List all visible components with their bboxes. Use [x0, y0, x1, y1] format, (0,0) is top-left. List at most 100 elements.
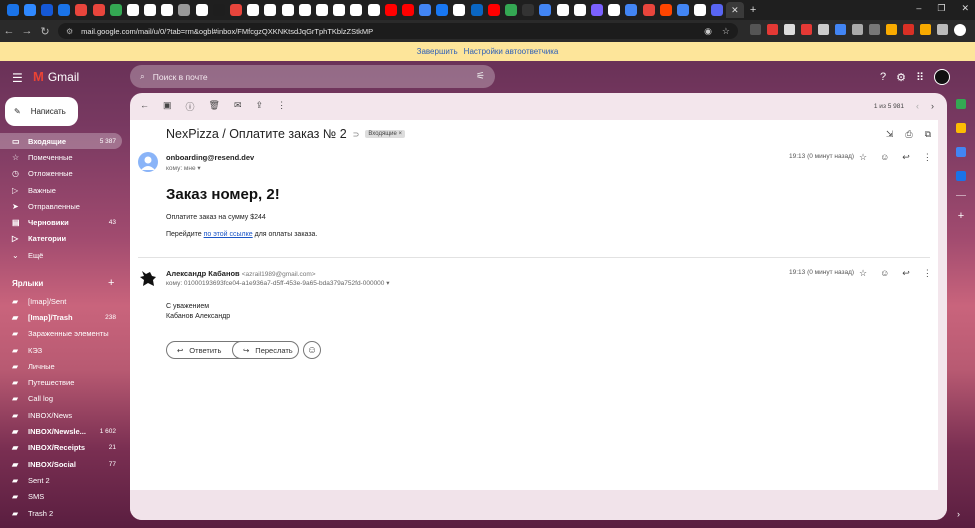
- sidebar-item[interactable]: ▤ Черновики 43: [0, 214, 122, 230]
- emoji-icon[interactable]: ☺: [880, 152, 889, 163]
- browser-tab-favicon[interactable]: [195, 4, 208, 16]
- browser-tab-favicon[interactable]: [694, 4, 707, 16]
- chevron-down-icon[interactable]: ▾: [197, 165, 200, 172]
- restore-button[interactable]: ❐: [937, 3, 945, 14]
- browser-tab-favicon[interactable]: [58, 4, 71, 16]
- star-icon[interactable]: ☆: [859, 268, 867, 279]
- recipient-line[interactable]: кому: мне ▾: [166, 164, 201, 172]
- browser-tab-favicon[interactable]: [144, 4, 157, 16]
- print-icon[interactable]: ⎙: [905, 129, 912, 140]
- end-vacation-link[interactable]: Завершить: [417, 47, 458, 56]
- browser-tab-favicon[interactable]: [264, 4, 277, 16]
- label-item[interactable]: ▰ Путешествие: [0, 374, 122, 390]
- move-to-icon[interactable]: ⇪: [256, 100, 264, 113]
- more-icon[interactable]: ⋮: [277, 100, 286, 113]
- browser-tab-favicon[interactable]: [401, 4, 414, 16]
- browser-tab-favicon[interactable]: [505, 4, 518, 16]
- contacts-icon[interactable]: [956, 171, 966, 181]
- sidebar-item[interactable]: ⌄ Ещё: [0, 247, 122, 263]
- payment-link[interactable]: по этой ссылке: [204, 231, 253, 238]
- sidebar-item[interactable]: ▷ Важные: [0, 182, 122, 198]
- label-item[interactable]: ▰ INBOX/Social 77: [0, 456, 122, 472]
- browser-tab-favicon[interactable]: [556, 4, 569, 16]
- more-icon[interactable]: ⋮: [923, 268, 932, 279]
- browser-tab-favicon[interactable]: [281, 4, 294, 16]
- search-icon[interactable]: ⌕: [140, 71, 145, 82]
- account-avatar[interactable]: [934, 69, 951, 85]
- sidebar-item[interactable]: ◷ Отложенные: [0, 166, 122, 182]
- sender-avatar[interactable]: [138, 268, 158, 288]
- browser-tab-favicon[interactable]: [230, 4, 243, 16]
- label-item[interactable]: ▰ Call log: [0, 391, 122, 407]
- forward-button[interactable]: →: [18, 25, 36, 37]
- remove-label-icon[interactable]: ×: [399, 131, 403, 137]
- emoji-icon[interactable]: ☺: [880, 268, 889, 279]
- extension-icon[interactable]: [784, 24, 795, 35]
- sender-avatar[interactable]: [138, 152, 158, 172]
- add-addon-icon[interactable]: +: [958, 210, 964, 222]
- browser-tab-favicon[interactable]: [711, 4, 724, 16]
- browser-tab-favicon[interactable]: [6, 4, 19, 16]
- eye-icon[interactable]: ◉: [704, 26, 712, 37]
- back-button[interactable]: ←: [0, 25, 18, 37]
- gmail-logo[interactable]: M Gmail: [33, 69, 79, 84]
- browser-tab-favicon[interactable]: [126, 4, 139, 16]
- add-label-button[interactable]: +: [108, 277, 114, 289]
- browser-tab-favicon[interactable]: [522, 4, 535, 16]
- archive-icon[interactable]: ▣: [163, 100, 172, 113]
- search-bar[interactable]: ⌕ Поиск в почте ⚟: [130, 65, 495, 88]
- label-item[interactable]: ▰ Личные: [0, 358, 122, 374]
- active-tab[interactable]: ✕: [725, 2, 744, 18]
- browser-tab-favicon[interactable]: [539, 4, 552, 16]
- browser-tab-favicon[interactable]: [75, 4, 88, 16]
- browser-tab-favicon[interactable]: [298, 4, 311, 16]
- open-new-window-icon[interactable]: ⧉: [925, 129, 931, 140]
- apps-grid-icon[interactable]: ⠿: [916, 71, 924, 84]
- reload-button[interactable]: ↻: [36, 25, 54, 38]
- label-item[interactable]: ▰ КЭЗ: [0, 342, 122, 358]
- browser-tab-favicon[interactable]: [453, 4, 466, 16]
- expand-panel-icon[interactable]: ›: [957, 509, 960, 519]
- bookmark-star-icon[interactable]: ☆: [722, 26, 730, 37]
- browser-tab-favicon[interactable]: [178, 4, 191, 16]
- browser-tab-favicon[interactable]: [315, 4, 328, 16]
- extension-icon[interactable]: [903, 24, 914, 35]
- tasks-icon[interactable]: [956, 147, 966, 157]
- browser-tab-favicon[interactable]: [367, 4, 380, 16]
- search-options-icon[interactable]: ⚟: [476, 71, 485, 82]
- label-item[interactable]: ▰ SMS: [0, 489, 122, 505]
- browser-tab-favicon[interactable]: [333, 4, 346, 16]
- sender-line[interactable]: Александр Кабанов <azrail1989@gmail.com>: [166, 269, 316, 278]
- delete-icon[interactable]: 🗑: [209, 100, 220, 113]
- browser-tab-favicon[interactable]: [109, 4, 122, 16]
- extension-icon[interactable]: [852, 24, 863, 35]
- browser-tab-favicon[interactable]: [625, 4, 638, 16]
- reply-icon[interactable]: ↩: [902, 268, 910, 279]
- sidebar-item[interactable]: ▷ Категории: [0, 231, 122, 247]
- browser-tab-favicon[interactable]: [419, 4, 432, 16]
- label-item[interactable]: ▰ INBOX/Receipts 21: [0, 440, 122, 456]
- mark-unread-icon[interactable]: ✉: [234, 100, 242, 113]
- address-bar[interactable]: ⚙ mail.google.com/mail/u/0/?tab=rm&ogbl#…: [58, 23, 738, 39]
- compose-button[interactable]: ✎ Написать: [5, 97, 78, 126]
- profile-avatar[interactable]: [954, 24, 966, 36]
- reply-icon[interactable]: ↩: [902, 152, 910, 163]
- browser-tab-favicon[interactable]: [350, 4, 363, 16]
- browser-tab-favicon[interactable]: [161, 4, 174, 16]
- puzzle-icon[interactable]: [937, 24, 948, 35]
- extension-icon[interactable]: [835, 24, 846, 35]
- browser-tab-favicon[interactable]: [676, 4, 689, 16]
- responder-settings-link[interactable]: Настройки автоответчика: [464, 47, 559, 56]
- chevron-down-icon[interactable]: ▾: [386, 280, 389, 287]
- search-input[interactable]: Поиск в почте: [153, 72, 208, 82]
- label-item[interactable]: ▰ [Imap]/Sent: [0, 293, 122, 309]
- forward-button[interactable]: ↪ Переслать: [232, 341, 299, 359]
- calendar-icon[interactable]: [956, 99, 966, 109]
- close-window-button[interactable]: ✕: [961, 3, 969, 14]
- browser-tab-favicon[interactable]: [659, 4, 672, 16]
- browser-tab-favicon[interactable]: [487, 4, 500, 16]
- main-menu-icon[interactable]: ☰: [12, 71, 23, 85]
- label-item[interactable]: ▰ INBOX/News: [0, 407, 122, 423]
- label-item[interactable]: ▰ INBOX/Newsle... 1 602: [0, 423, 122, 439]
- important-marker-icon[interactable]: ⊃: [353, 130, 360, 139]
